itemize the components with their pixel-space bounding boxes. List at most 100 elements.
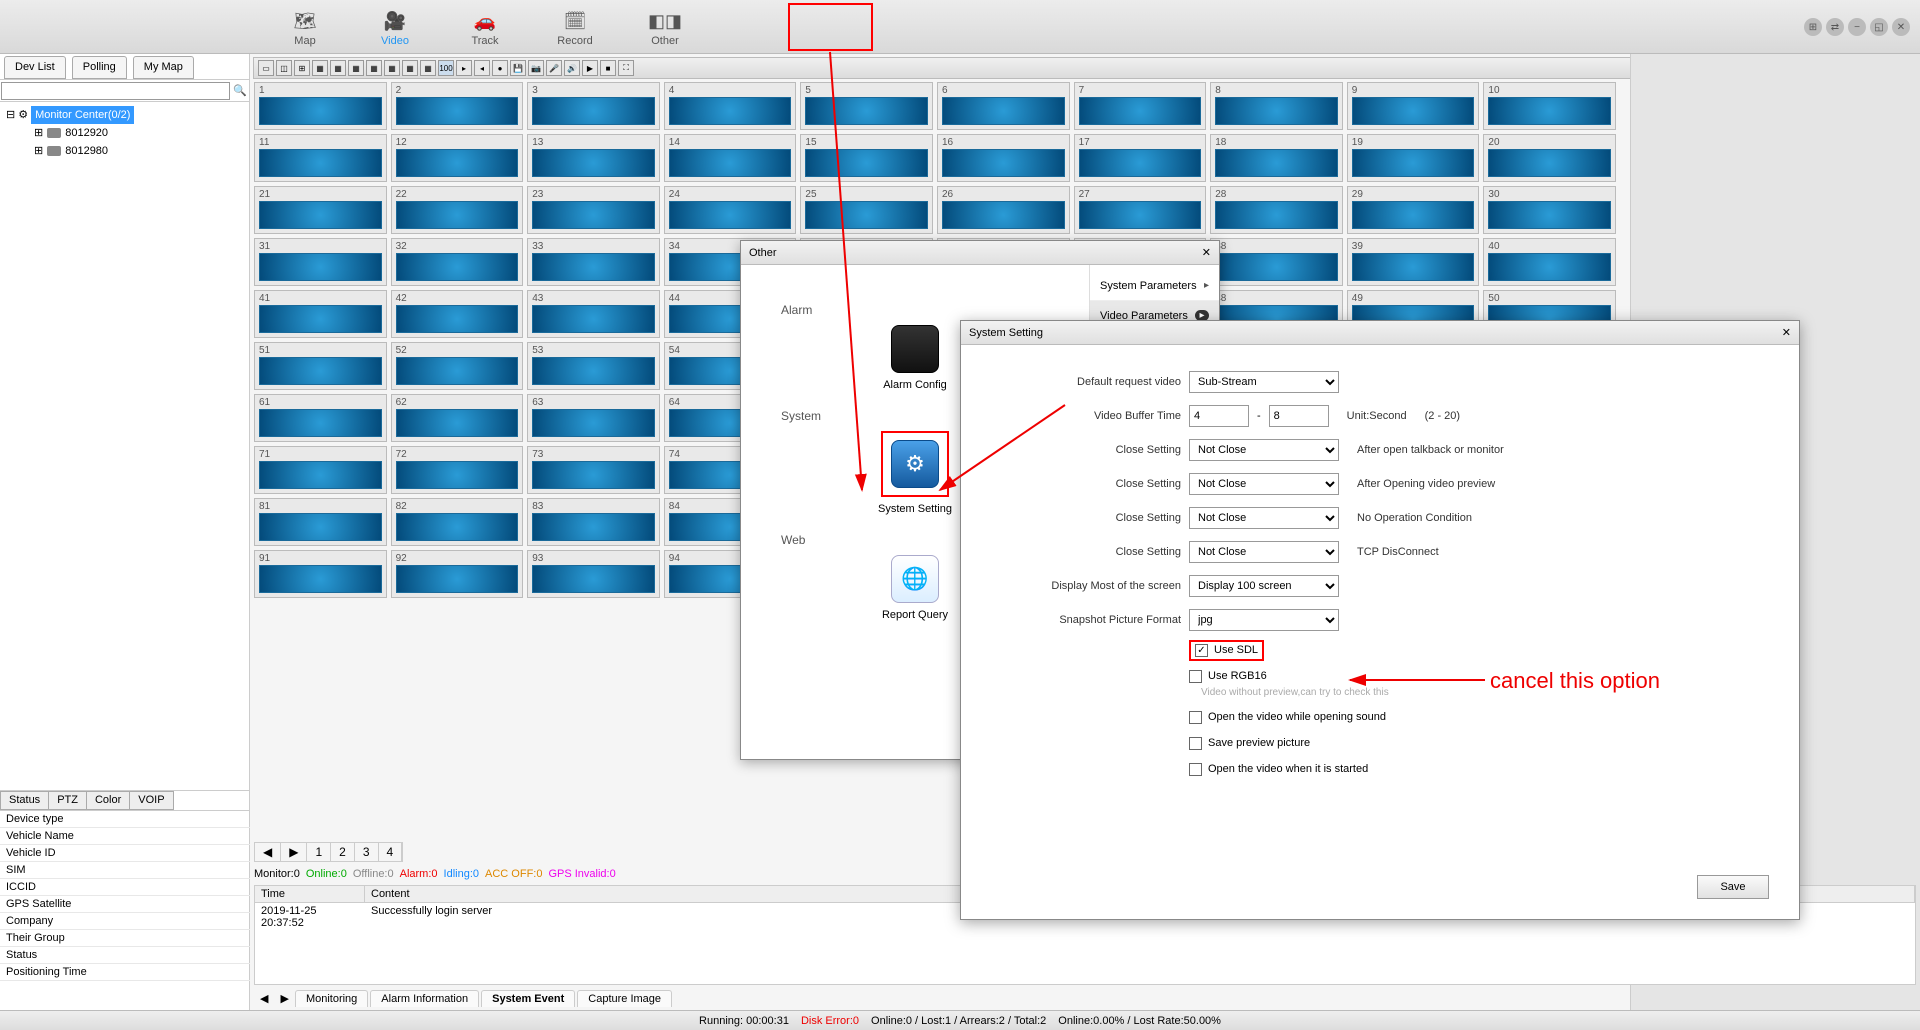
video-cell[interactable]: 33 <box>527 238 660 286</box>
layout-6-icon[interactable]: ▦ <box>312 60 328 76</box>
video-cell[interactable]: 40 <box>1483 238 1616 286</box>
video-cell[interactable]: 9 <box>1347 82 1480 130</box>
nav-other[interactable]: ◧◨Other <box>620 7 710 47</box>
tree-device-1[interactable]: 8012920 <box>65 124 108 142</box>
menu-sysparam[interactable]: System Parameters▸ <box>1090 271 1219 301</box>
pager-page[interactable]: 3 <box>355 843 379 861</box>
video-cell[interactable]: 42 <box>391 290 524 338</box>
video-cell[interactable]: 17 <box>1074 134 1207 182</box>
default-request-select[interactable]: Sub-Stream <box>1189 371 1339 393</box>
video-cell[interactable]: 41 <box>254 290 387 338</box>
bottom-nav-prev-icon[interactable]: ◀ <box>254 992 274 1005</box>
layout-16-icon[interactable]: ▦ <box>366 60 382 76</box>
video-cell[interactable]: 15 <box>800 134 933 182</box>
layout-2-icon[interactable]: ◫ <box>276 60 292 76</box>
video-cell[interactable]: 29 <box>1347 186 1480 234</box>
nav-video[interactable]: 🎥Video <box>350 7 440 47</box>
info-tab-status[interactable]: Status <box>0 791 49 810</box>
open-start-checkbox[interactable] <box>1189 763 1202 776</box>
video-cell[interactable]: 14 <box>664 134 797 182</box>
layout-100-icon[interactable]: 100 <box>438 60 454 76</box>
video-cell[interactable]: 5 <box>800 82 933 130</box>
bottom-nav-next-icon[interactable]: ▶ <box>274 992 294 1005</box>
info-tab-color[interactable]: Color <box>86 791 130 810</box>
layout-64-icon[interactable]: ▦ <box>420 60 436 76</box>
tree-expand-icon[interactable]: ⊞ <box>34 124 43 142</box>
video-cell[interactable]: 28 <box>1210 186 1343 234</box>
layout-4-icon[interactable]: ⊞ <box>294 60 310 76</box>
video-cell[interactable]: 62 <box>391 394 524 442</box>
close-setting-select-3[interactable]: Not Close <box>1189 507 1339 529</box>
pager-prev-icon[interactable]: ◀ <box>255 843 281 861</box>
tool-stop-icon[interactable]: ■ <box>600 60 616 76</box>
tool-play-icon[interactable]: ▶ <box>582 60 598 76</box>
layout-1-icon[interactable]: ▭ <box>258 60 274 76</box>
video-cell[interactable]: 21 <box>254 186 387 234</box>
pager-page[interactable]: 1 <box>307 843 331 861</box>
layout-8-icon[interactable]: ▦ <box>330 60 346 76</box>
info-tab-voip[interactable]: VOIP <box>129 791 173 810</box>
info-tab-ptz[interactable]: PTZ <box>48 791 87 810</box>
video-cell[interactable]: 11 <box>254 134 387 182</box>
video-cell[interactable]: 6 <box>937 82 1070 130</box>
tree-root[interactable]: Monitor Center(0/2) <box>31 106 134 124</box>
video-cell[interactable]: 63 <box>527 394 660 442</box>
tool-save-icon[interactable]: 💾 <box>510 60 526 76</box>
layout-25-icon[interactable]: ▦ <box>384 60 400 76</box>
close-icon[interactable]: ✕ <box>1782 326 1791 339</box>
bottom-tab-sysevent[interactable]: System Event <box>481 990 575 1007</box>
pager-page[interactable]: 4 <box>379 843 403 861</box>
video-cell[interactable]: 10 <box>1483 82 1616 130</box>
video-cell[interactable]: 19 <box>1347 134 1480 182</box>
video-cell[interactable]: 61 <box>254 394 387 442</box>
win-close-icon[interactable]: ✕ <box>1892 18 1910 36</box>
device-search-input[interactable] <box>1 82 230 100</box>
tool-snapshot-icon[interactable]: 📷 <box>528 60 544 76</box>
bottom-tab-capture[interactable]: Capture Image <box>577 990 672 1007</box>
win-swap-icon[interactable]: ⇄ <box>1826 18 1844 36</box>
video-cell[interactable]: 51 <box>254 342 387 390</box>
video-cell[interactable]: 1 <box>254 82 387 130</box>
video-cell[interactable]: 20 <box>1483 134 1616 182</box>
open-sound-checkbox[interactable] <box>1189 711 1202 724</box>
tree-collapse-icon[interactable]: ⊟ <box>6 106 15 124</box>
video-cell[interactable]: 13 <box>527 134 660 182</box>
report-query-icon[interactable]: 🌐 <box>891 555 939 603</box>
nav-record[interactable]: 🗓Record <box>530 7 620 47</box>
save-preview-checkbox[interactable] <box>1189 737 1202 750</box>
video-cell[interactable]: 53 <box>527 342 660 390</box>
tool-sound-icon[interactable]: 🔊 <box>564 60 580 76</box>
buffer-from-input[interactable] <box>1189 405 1249 427</box>
close-setting-select-4[interactable]: Not Close <box>1189 541 1339 563</box>
video-cell[interactable]: 4 <box>664 82 797 130</box>
video-cell[interactable]: 25 <box>800 186 933 234</box>
video-cell[interactable]: 2 <box>391 82 524 130</box>
use-rgb16-checkbox[interactable] <box>1189 670 1202 683</box>
video-cell[interactable]: 18 <box>1210 134 1343 182</box>
video-cell[interactable]: 81 <box>254 498 387 546</box>
video-cell[interactable]: 26 <box>937 186 1070 234</box>
video-cell[interactable]: 83 <box>527 498 660 546</box>
video-cell[interactable]: 38 <box>1210 238 1343 286</box>
video-cell[interactable]: 93 <box>527 550 660 598</box>
display-most-select[interactable]: Display 100 screen <box>1189 575 1339 597</box>
video-cell[interactable]: 16 <box>937 134 1070 182</box>
tree-device-2[interactable]: 8012980 <box>65 142 108 160</box>
video-cell[interactable]: 72 <box>391 446 524 494</box>
video-cell[interactable]: 27 <box>1074 186 1207 234</box>
search-icon[interactable]: 🔍 <box>231 84 249 97</box>
video-cell[interactable]: 8 <box>1210 82 1343 130</box>
video-cell[interactable]: 30 <box>1483 186 1616 234</box>
save-button[interactable]: Save <box>1697 875 1769 899</box>
tool-icon[interactable]: ▸ <box>456 60 472 76</box>
tool-icon[interactable]: ◂ <box>474 60 490 76</box>
pager-page[interactable]: 2 <box>331 843 355 861</box>
video-cell[interactable]: 22 <box>391 186 524 234</box>
tool-mic-icon[interactable]: 🎤 <box>546 60 562 76</box>
use-sdl-checkbox[interactable]: ✓ <box>1195 644 1208 657</box>
bottom-tab-monitoring[interactable]: Monitoring <box>295 990 368 1007</box>
nav-map[interactable]: 🗺Map <box>260 7 350 47</box>
close-setting-select-2[interactable]: Not Close <box>1189 473 1339 495</box>
pager-next-icon[interactable]: ▶ <box>281 843 307 861</box>
nav-track[interactable]: 🚗Track <box>440 7 530 47</box>
